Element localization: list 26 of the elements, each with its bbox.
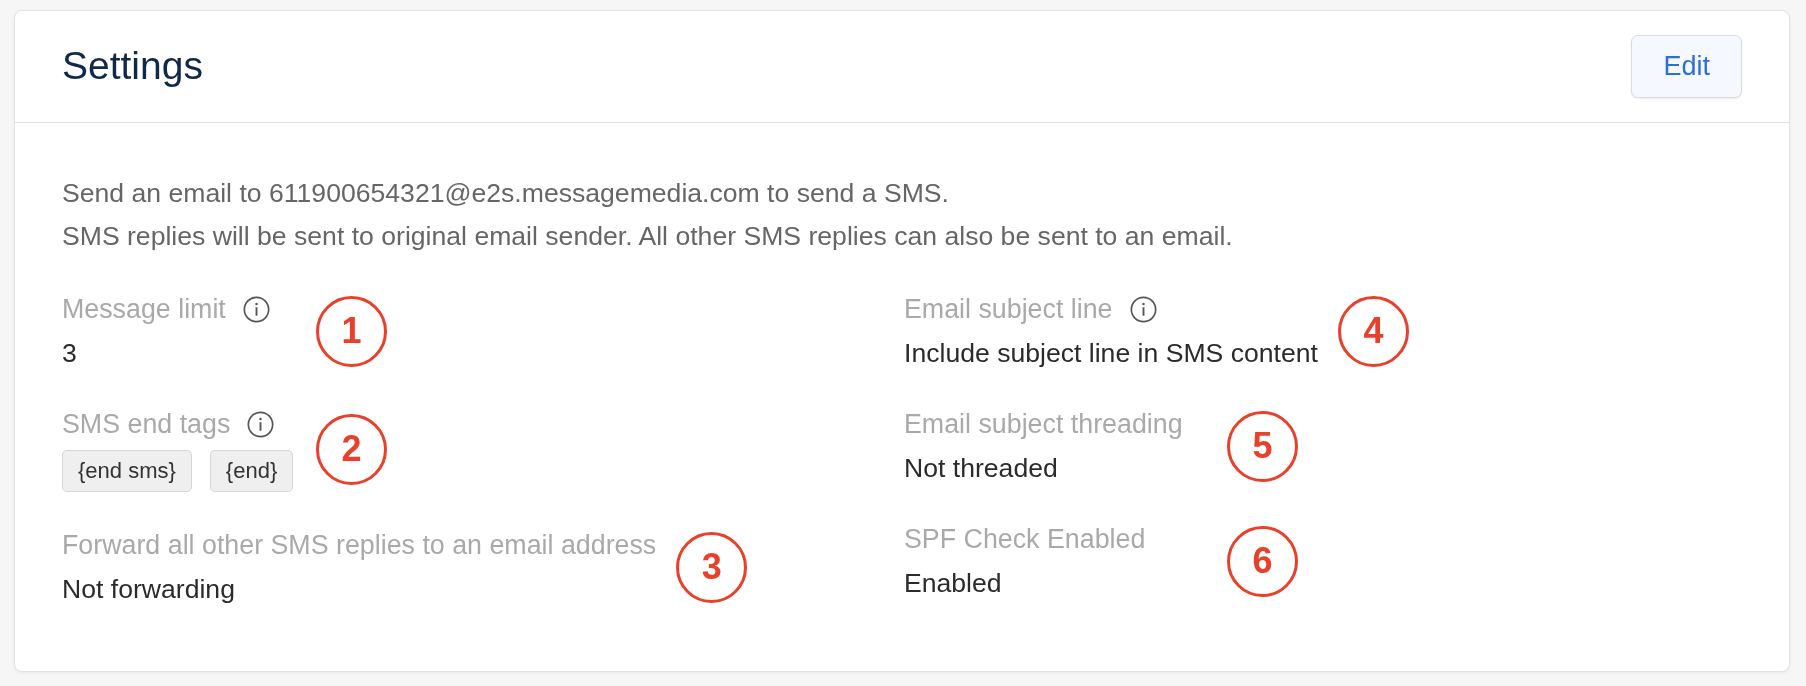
tag-chip: {end sms} <box>62 450 192 492</box>
info-icon[interactable] <box>247 410 275 438</box>
setting-value: Not threaded <box>904 452 1059 485</box>
setting-value: 3 <box>62 337 78 370</box>
setting-label: Forward all other SMS replies to an email address <box>62 529 657 562</box>
numbered-callout: 5 <box>1227 410 1298 482</box>
setting-value: Not forwarding <box>62 573 236 606</box>
info-icon[interactable] <box>1129 295 1157 323</box>
edit-button[interactable]: Edit <box>1631 35 1742 98</box>
info-icon[interactable] <box>242 295 270 323</box>
numbered-callout: 4 <box>1337 295 1409 367</box>
numbered-callout: 6 <box>1227 525 1298 597</box>
tag-chip: {end} <box>209 450 294 492</box>
setting-value: Enabled <box>904 567 1003 600</box>
setting-label: SPF Check Enabled <box>904 523 1146 556</box>
setting-label: SMS end tags <box>62 408 231 441</box>
description-text: Send an email to 611900654321@e2s.messagemedia.com to send a SMS. <box>62 177 950 210</box>
numbered-callout: 3 <box>676 531 748 603</box>
setting-value: Include subject line in SMS content <box>904 337 1318 370</box>
numbered-callout: 2 <box>316 413 387 485</box>
description-text: SMS replies will be sent to original email sender. All other SMS replies can also be sent to an email. <box>62 220 1234 253</box>
setting-label: Message limit <box>62 293 226 326</box>
setting-label: Email subject line <box>904 293 1113 326</box>
numbered-callout: 1 <box>316 295 387 367</box>
card-title: Settings <box>62 43 203 90</box>
setting-label: Email subject threading <box>904 408 1183 441</box>
